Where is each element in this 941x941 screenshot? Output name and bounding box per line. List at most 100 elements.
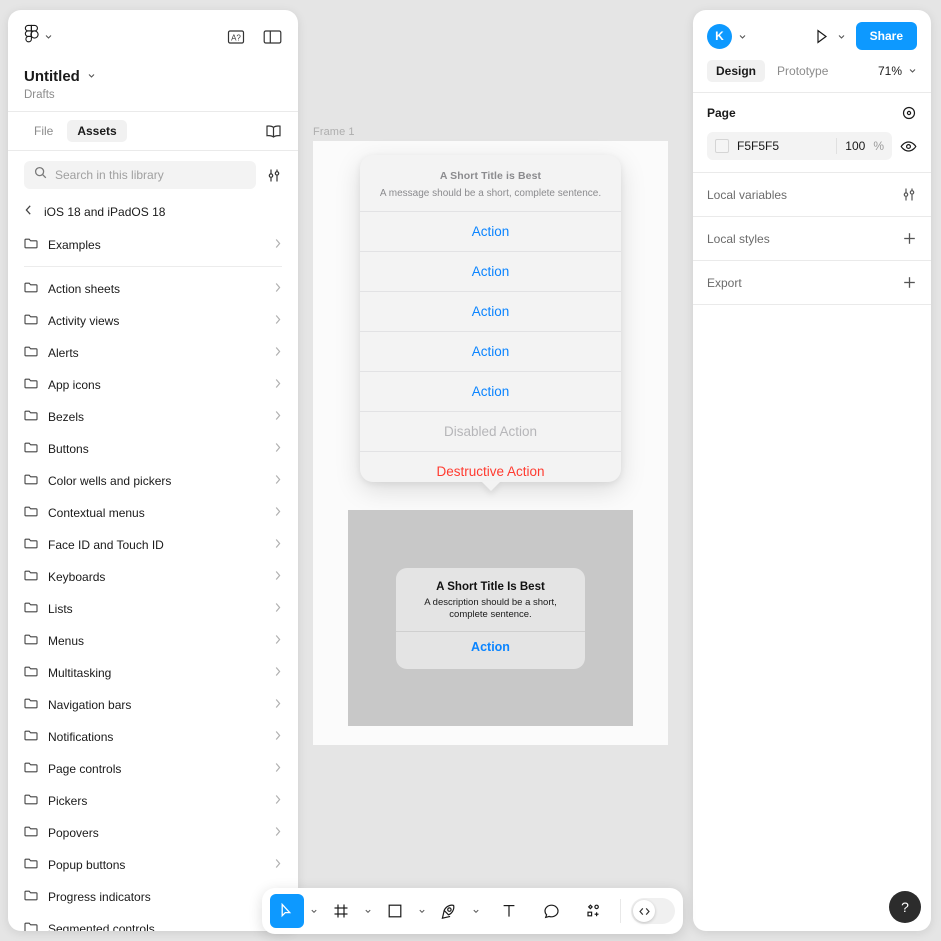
list-item[interactable]: Segmented controls <box>24 913 282 931</box>
eye-icon[interactable] <box>900 140 917 153</box>
play-present-icon[interactable] <box>814 28 830 45</box>
chevron-right-icon[interactable] <box>274 856 282 874</box>
chevron-right-icon[interactable] <box>274 760 282 778</box>
frame-tool[interactable] <box>324 894 358 928</box>
export-section[interactable]: Export <box>693 261 931 305</box>
tab-prototype[interactable]: Prototype <box>768 60 837 82</box>
share-button[interactable]: Share <box>855 22 917 50</box>
color-swatch[interactable] <box>715 139 729 153</box>
list-item[interactable]: Contextual menus <box>24 497 282 529</box>
chevron-right-icon[interactable] <box>274 568 282 586</box>
tab-assets[interactable]: Assets <box>67 120 127 142</box>
chevron-right-icon[interactable] <box>274 376 282 394</box>
plus-icon[interactable] <box>902 231 917 246</box>
tab-file[interactable]: File <box>24 120 63 142</box>
pen-tool[interactable] <box>432 894 466 928</box>
dev-mode-toggle[interactable] <box>631 898 675 924</box>
localization-a-question-icon[interactable]: A? <box>227 29 245 45</box>
chevron-right-icon[interactable] <box>274 792 282 810</box>
list-item-examples[interactable]: Examples <box>24 229 282 261</box>
local-variables-section[interactable]: Local variables <box>693 173 931 217</box>
shape-tool-dropdown[interactable] <box>414 896 430 926</box>
move-cursor-tool[interactable] <box>270 894 304 928</box>
help-button[interactable]: ? <box>889 891 921 923</box>
list-item[interactable]: Pickers <box>24 785 282 817</box>
list-item[interactable]: Keyboards <box>24 561 282 593</box>
alert-dialog[interactable]: A Short Title Is Best A description shou… <box>396 568 585 669</box>
chevron-right-icon[interactable] <box>274 728 282 746</box>
list-item[interactable]: Multitasking <box>24 657 282 689</box>
list-item[interactable]: Notifications <box>24 721 282 753</box>
text-tool[interactable] <box>492 894 526 928</box>
chevron-right-icon[interactable] <box>274 440 282 458</box>
action-sheet-row[interactable]: Action <box>360 211 621 251</box>
list-item[interactable]: Page controls <box>24 753 282 785</box>
list-item[interactable]: Popup buttons <box>24 849 282 881</box>
chevron-right-icon[interactable] <box>274 280 282 298</box>
tab-design[interactable]: Design <box>707 60 766 82</box>
chevron-right-icon[interactable] <box>274 632 282 650</box>
chevron-right-icon[interactable] <box>274 472 282 490</box>
list-item[interactable]: Alerts <box>24 337 282 369</box>
avatar[interactable]: K <box>707 23 732 49</box>
chevron-right-icon[interactable] <box>274 236 282 254</box>
chevron-right-icon[interactable] <box>274 312 282 330</box>
action-sheet-row-destructive[interactable]: Destructive Action <box>360 451 621 482</box>
list-item[interactable]: Progress indicators <box>24 881 282 913</box>
list-item[interactable]: Lists <box>24 593 282 625</box>
list-item[interactable]: Popovers <box>24 817 282 849</box>
chevron-left-icon[interactable] <box>24 203 33 221</box>
list-item[interactable]: Activity views <box>24 305 282 337</box>
chevron-down-icon[interactable] <box>837 32 846 41</box>
action-sheet-row[interactable]: Action <box>360 251 621 291</box>
file-title-group[interactable]: Untitled <box>24 67 282 85</box>
list-item[interactable]: Buttons <box>24 433 282 465</box>
panel-layout-icon[interactable] <box>263 29 282 45</box>
chevron-right-icon[interactable] <box>274 504 282 522</box>
list-item[interactable]: Action sheets <box>24 273 282 305</box>
list-item[interactable]: Navigation bars <box>24 689 282 721</box>
move-tool-dropdown[interactable] <box>306 896 322 926</box>
chevron-down-icon[interactable] <box>738 32 747 41</box>
zoom-control[interactable]: 71% <box>878 62 917 80</box>
sliders-filter-icon[interactable] <box>266 168 282 183</box>
folder-icon <box>24 856 38 874</box>
local-styles-section[interactable]: Local styles <box>693 217 931 261</box>
action-sheet-popover[interactable]: A Short Title is Best A message should b… <box>360 155 621 491</box>
page-color-field[interactable]: F5F5F5 100 % <box>707 132 892 160</box>
actions-tool[interactable] <box>576 894 610 928</box>
action-sheet-row[interactable]: Action <box>360 371 621 411</box>
folder-icon <box>24 236 38 254</box>
frame-label[interactable]: Frame 1 <box>313 126 355 138</box>
figma-menu-button[interactable] <box>24 24 53 50</box>
shape-tool[interactable] <box>378 894 412 928</box>
chevron-right-icon[interactable] <box>274 408 282 426</box>
plus-icon[interactable] <box>902 275 917 290</box>
file-location[interactable]: Drafts <box>24 89 282 101</box>
chevron-right-icon[interactable] <box>274 344 282 362</box>
page-settings-icon[interactable] <box>901 105 917 121</box>
chevron-right-icon[interactable] <box>274 824 282 842</box>
search-box[interactable] <box>24 161 256 189</box>
action-sheet-row[interactable]: Action <box>360 291 621 331</box>
action-sheet-row[interactable]: Action <box>360 331 621 371</box>
library-breadcrumb[interactable]: iOS 18 and iPadOS 18 <box>8 197 298 229</box>
chevron-right-icon[interactable] <box>274 696 282 714</box>
comment-tool[interactable] <box>534 894 568 928</box>
page-opacity-value[interactable]: 100 <box>845 139 865 153</box>
library-book-icon[interactable] <box>265 124 282 139</box>
chevron-right-icon[interactable] <box>274 600 282 618</box>
chevron-right-icon[interactable] <box>274 536 282 554</box>
chevron-right-icon[interactable] <box>274 664 282 682</box>
frame-tool-dropdown[interactable] <box>360 896 376 926</box>
list-item[interactable]: Bezels <box>24 401 282 433</box>
list-item[interactable]: Menus <box>24 625 282 657</box>
alert-action-button[interactable]: Action <box>396 631 585 662</box>
pen-tool-dropdown[interactable] <box>468 896 484 926</box>
list-item[interactable]: App icons <box>24 369 282 401</box>
list-item[interactable]: Color wells and pickers <box>24 465 282 497</box>
list-item[interactable]: Face ID and Touch ID <box>24 529 282 561</box>
sliders-filter-icon[interactable] <box>901 187 917 202</box>
page-color-hex[interactable]: F5F5F5 <box>737 139 828 153</box>
search-input[interactable] <box>55 168 246 182</box>
